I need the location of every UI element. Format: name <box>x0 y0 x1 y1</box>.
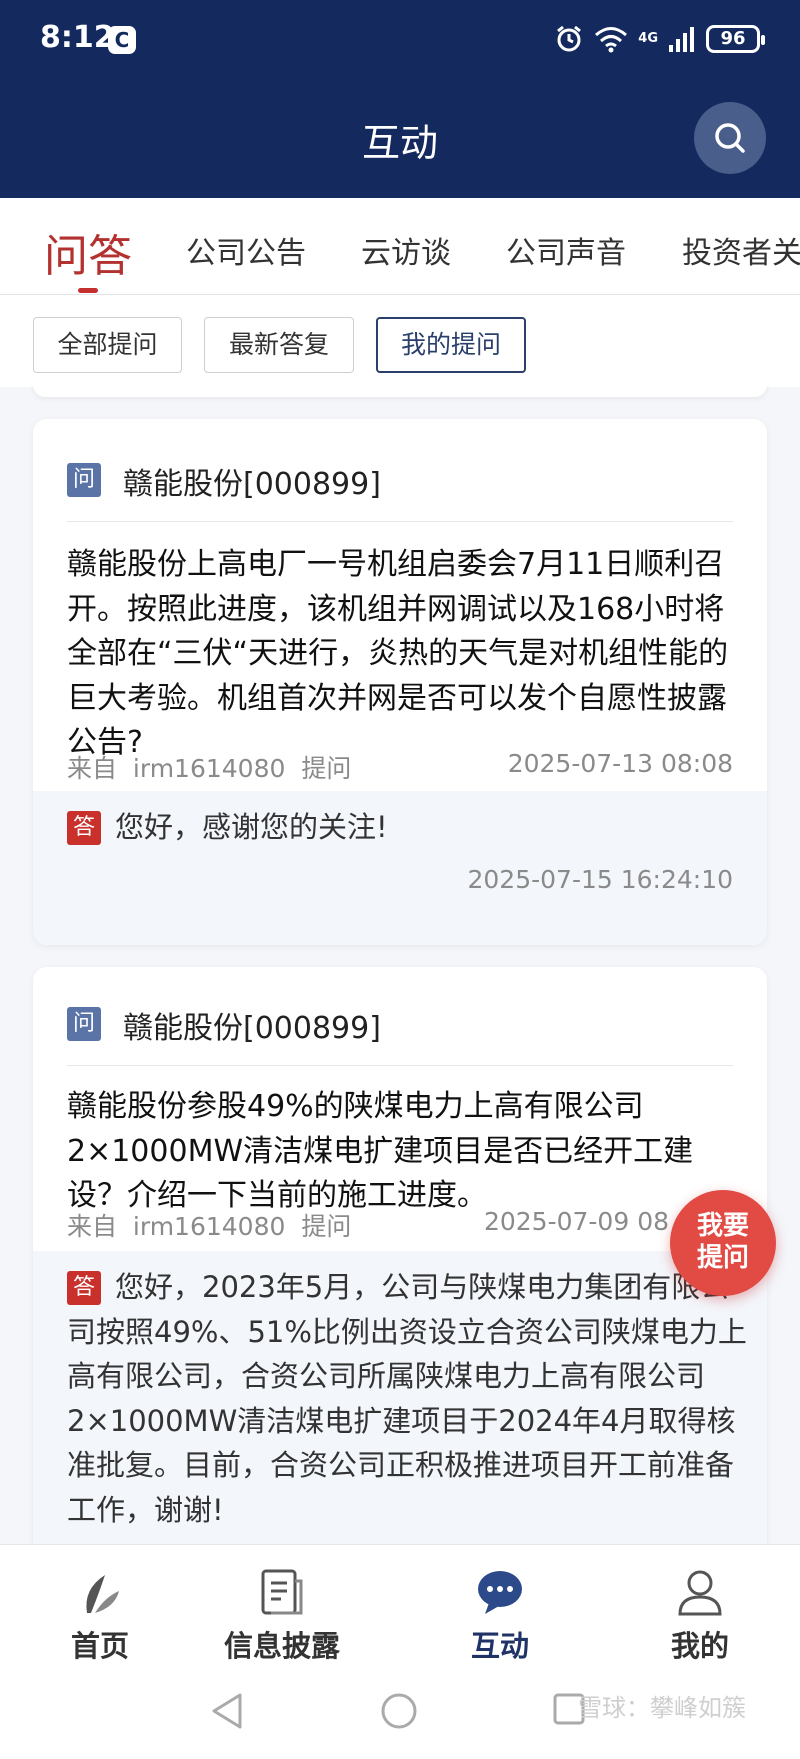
filter-all-questions[interactable]: 全部提问 <box>33 317 182 373</box>
answer-text: 您好，感谢您的关注! <box>115 810 388 844</box>
nav-profile[interactable]: 我的 <box>600 1545 800 1665</box>
search-icon <box>715 123 745 153</box>
card-divider <box>67 1065 733 1066</box>
page-title: 互动 <box>361 121 438 165</box>
bottom-nav: 首页 信息披露 互动 我的 <box>0 1544 800 1664</box>
back-icon[interactable] <box>210 1692 244 1730</box>
battery-icon: 96 <box>706 25 765 53</box>
tab-bar: 问答 公司公告 云访谈 公司声音 投资者关 <box>0 198 800 294</box>
ask-label-line2: 提问 <box>696 1243 749 1273</box>
nav-interaction-label: 互动 <box>470 1629 529 1663</box>
system-nav-bar: 雪球：攀峰如簇 <box>0 1664 800 1759</box>
filter-bar: 全部提问 最新答复 我的提问 <box>0 295 800 387</box>
search-button[interactable] <box>694 102 766 174</box>
qa-card[interactable]: 问 赣能股份[000899] 赣能股份参股49%的陕煤电力上高有限公司2×100… <box>33 967 767 1544</box>
tab-announcements[interactable]: 公司公告 <box>186 228 306 272</box>
home-icon[interactable] <box>380 1692 418 1730</box>
nav-disclosure-label: 信息披露 <box>223 1629 340 1663</box>
answer-date: 2025-07-15 16:24:10 <box>467 865 733 894</box>
company-name[interactable]: 赣能股份[000899] <box>123 1003 381 1047</box>
leaf-icon <box>86 1575 119 1613</box>
previous-card-edge <box>33 387 767 397</box>
card-divider <box>67 521 733 522</box>
nav-interaction[interactable]: 互动 <box>400 1545 600 1665</box>
ask-label-line1: 我要 <box>696 1211 749 1241</box>
filter-latest-replies[interactable]: 最新答复 <box>204 317 354 373</box>
tab-investor-relations[interactable]: 投资者关 <box>682 228 800 272</box>
question-text: 赣能股份上高电厂一号机组启委会7月11日顺利召开。按照此进度，该机组并网调试以及… <box>67 547 729 760</box>
status-time: 8:12 <box>40 20 115 55</box>
chat-icon <box>478 1571 522 1614</box>
nav-home[interactable]: 首页 <box>0 1545 200 1665</box>
nav-disclosure[interactable]: 信息披露 <box>182 1545 382 1665</box>
question-badge: 问 <box>67 463 101 497</box>
battery-level: 96 <box>720 28 746 49</box>
question-author: 来自 irm1614080 提问 <box>67 1212 352 1241</box>
tab-qa[interactable]: 问答 <box>44 220 132 284</box>
question-author: 来自 irm1614080 提问 <box>67 754 352 783</box>
question-date: 2025-07-09 08 <box>483 1207 669 1236</box>
filter-my-questions[interactable]: 我的提问 <box>376 317 526 373</box>
network-type: 4G <box>638 31 658 46</box>
question-badge: 问 <box>67 1007 101 1041</box>
document-icon <box>261 1569 303 1615</box>
status-bar: 8:12 C 4G 96 <box>0 0 800 80</box>
active-tab-indicator <box>78 288 98 293</box>
status-icons: 4G 96 <box>554 22 765 56</box>
app-header: 8:12 C 4G 96 互动 <box>0 0 800 198</box>
app-notification-icon: C <box>108 26 136 54</box>
qa-list: 问 赣能股份[000899] 赣能股份上高电厂一号机组启委会7月11日顺利召开。… <box>0 387 800 1544</box>
watermark: 雪球：攀峰如簇 <box>578 1694 746 1722</box>
tab-company-voice[interactable]: 公司声音 <box>506 228 626 272</box>
ask-question-button[interactable]: 我要 提问 <box>670 1190 776 1296</box>
user-icon <box>678 1570 722 1616</box>
signal-icon <box>669 27 694 52</box>
company-name[interactable]: 赣能股份[000899] <box>123 459 381 503</box>
nav-profile-label: 我的 <box>670 1629 729 1663</box>
answer-block: 答 您好，2023年5月，公司与陕煤电力集团有限公司按照49%、51%比例出资设… <box>33 1251 767 1544</box>
answer-text: 您好，2023年5月，公司与陕煤电力集团有限公司按照49%、51%比例出资设立合… <box>67 1270 747 1527</box>
qa-card[interactable]: 问 赣能股份[000899] 赣能股份上高电厂一号机组启委会7月11日顺利召开。… <box>33 419 767 945</box>
wifi-icon <box>595 27 628 53</box>
alarm-icon <box>557 25 582 52</box>
question-text: 赣能股份参股49%的陕煤电力上高有限公司2×1000MW清洁煤电扩建项目是否已经… <box>67 1089 694 1213</box>
nav-home-label: 首页 <box>70 1629 129 1663</box>
answer-block: 答 您好，感谢您的关注! 2025-07-15 16:24:10 <box>33 791 767 945</box>
question-date: 2025-07-13 08:08 <box>507 749 733 778</box>
tab-cloud-interview[interactable]: 云访谈 <box>361 228 451 272</box>
